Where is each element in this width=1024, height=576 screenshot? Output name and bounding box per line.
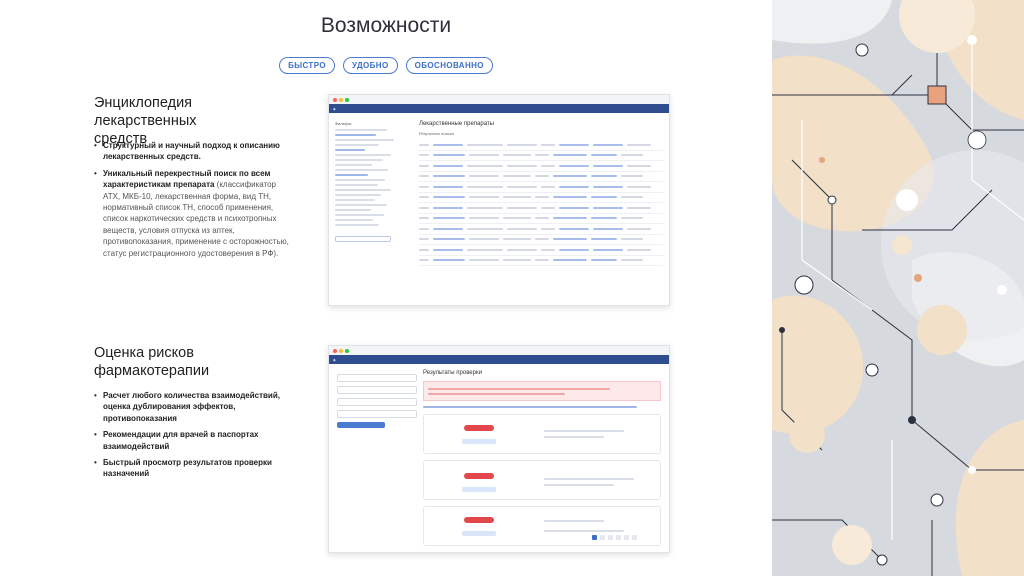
table-row (419, 203, 663, 214)
table-row (419, 224, 663, 235)
close-dot-icon (333, 348, 337, 353)
results-panel: Лекарственные препараты Результаты поиск… (419, 121, 663, 299)
result-card (423, 414, 661, 454)
bullet-item: Уникальный перекрестный поиск по всем ха… (94, 168, 294, 259)
bullet-item: Быстрый просмотр результатов проверки на… (94, 457, 294, 480)
results-heading: Лекарственные препараты (419, 121, 494, 127)
alert-box (423, 381, 661, 401)
bullet-item: Расчет любого количества взаимодействий,… (94, 390, 294, 424)
result-card (423, 506, 661, 546)
result-card (423, 460, 661, 500)
app-navbar: ◈ (329, 104, 669, 113)
encyclopedia-screenshot: ◈ Фильтры Лекарственные препараты Резуль… (328, 94, 670, 306)
section-encyclopedia-bullets: Структурный и научный подход к описанию … (94, 140, 294, 264)
pagination (592, 535, 637, 540)
window-titlebar (329, 346, 669, 355)
tag-fast: БЫСТРО (279, 57, 335, 74)
table-row (419, 172, 663, 182)
page-title: Возможности (320, 14, 452, 37)
table-row (419, 140, 663, 151)
app-logo: ◈ (333, 357, 336, 362)
tag-pills: БЫСТРО УДОБНО ОБОСНОВАННО (0, 57, 772, 74)
table-row (419, 193, 663, 203)
prescription-form (337, 374, 417, 428)
tag-convenient: УДОБНО (342, 57, 398, 74)
table-row (419, 214, 663, 224)
filters-sidebar: Фильтры (335, 121, 409, 299)
check-heading: Результаты проверки (423, 370, 482, 376)
table-row (419, 151, 663, 161)
table-row (419, 235, 663, 245)
bullet-item: Рекомендации для врачей в паспортах взаи… (94, 429, 294, 452)
app-logo: ◈ (333, 106, 336, 111)
close-dot-icon (333, 97, 337, 102)
section-risk-title: Оценка рисков фармакотерапии (94, 345, 210, 379)
network-illustration (772, 0, 1024, 576)
section-risk-bullets: Расчет любого количества взаимодействий,… (94, 390, 294, 485)
table-row (419, 245, 663, 256)
check-results: Результаты проверки (423, 370, 661, 546)
minimize-dot-icon (339, 97, 343, 102)
table-row (419, 182, 663, 193)
filters-heading: Фильтры (335, 121, 352, 126)
risk-check-screenshot: ◈ Результаты проверки (328, 345, 670, 553)
app-navbar: ◈ (329, 355, 669, 364)
bullet-item: Структурный и научный подход к описанию … (94, 140, 294, 163)
maximize-dot-icon (345, 348, 349, 353)
maximize-dot-icon (345, 97, 349, 102)
decorative-network-panel (772, 0, 1024, 576)
check-button (337, 422, 385, 428)
window-titlebar (329, 95, 669, 104)
tag-justified: ОБОСНОВАННО (405, 57, 493, 74)
table-row (419, 161, 663, 172)
slide: Возможности БЫСТРО УДОБНО ОБОСНОВАННО Эн… (0, 0, 1024, 576)
results-subheading: Результаты поиска (419, 131, 454, 136)
table-row (419, 256, 663, 266)
minimize-dot-icon (339, 348, 343, 353)
